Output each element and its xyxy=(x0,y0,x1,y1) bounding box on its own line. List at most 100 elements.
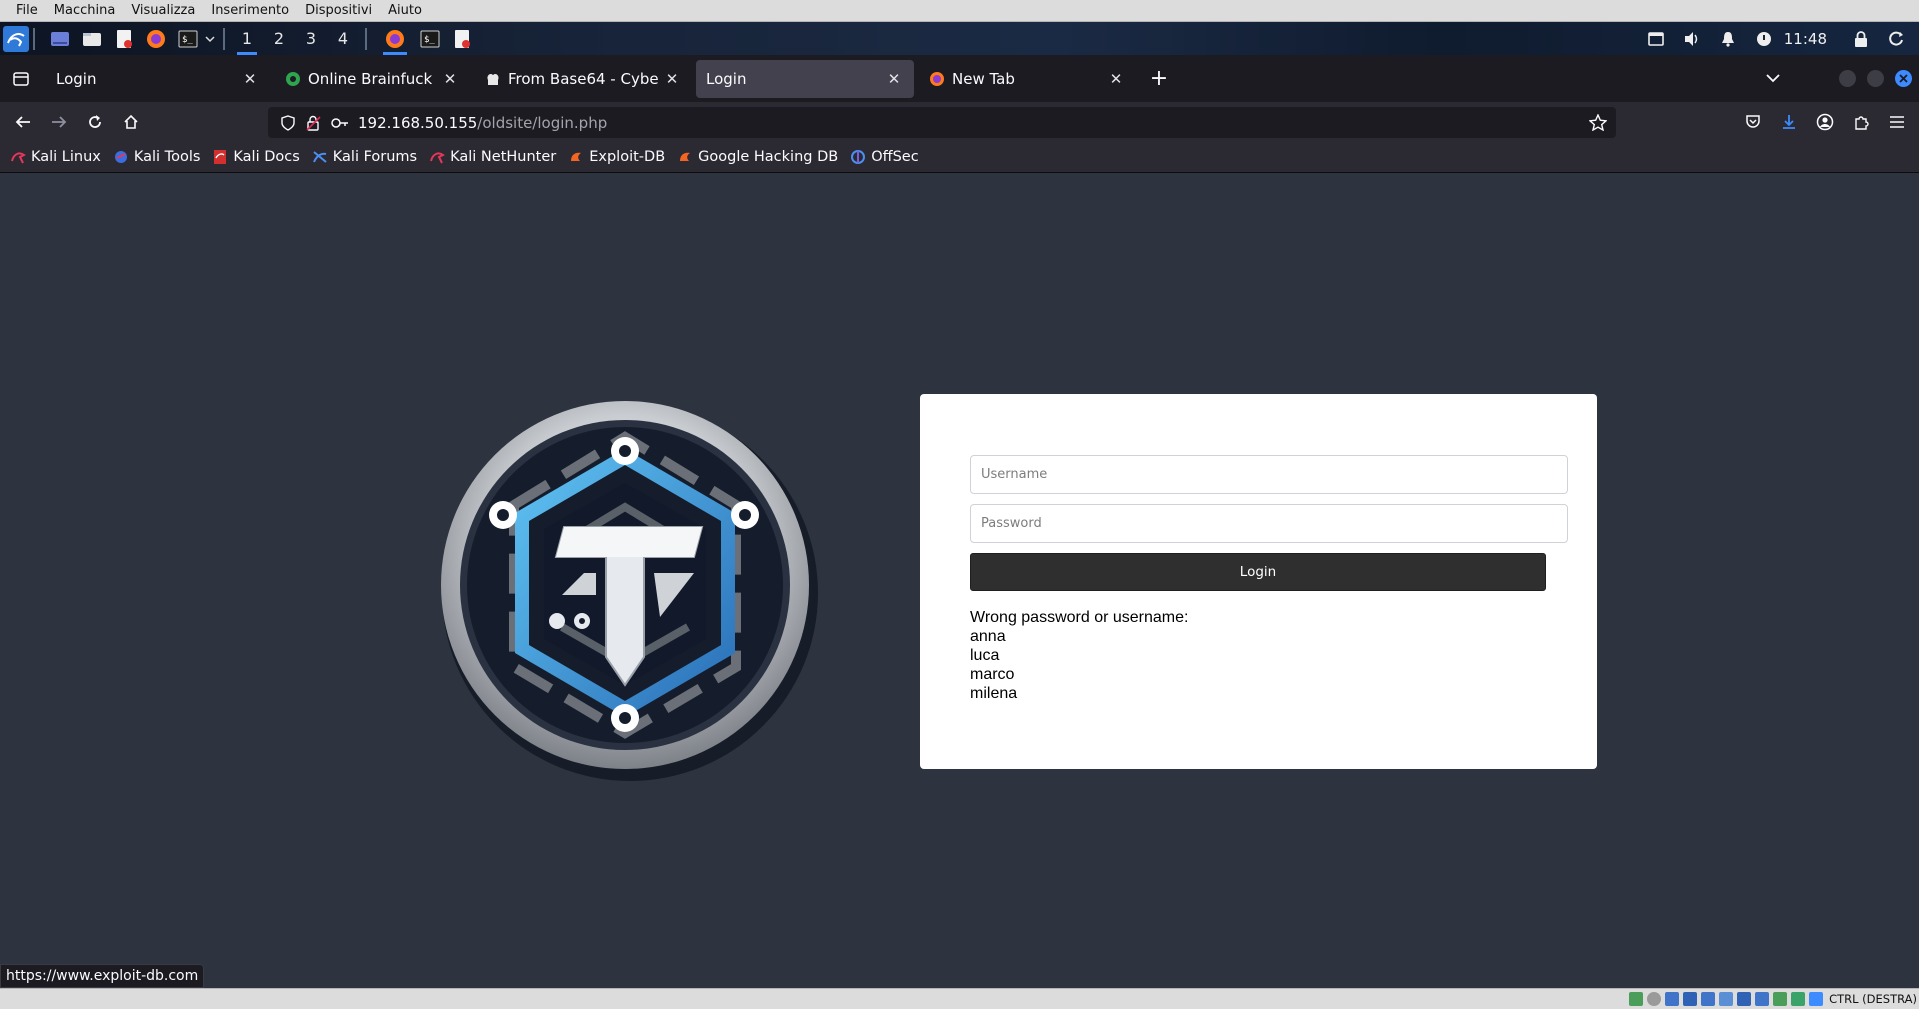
bookmark-label: Kali Linux xyxy=(31,149,101,165)
tab-bar: Login ✕ Online Brainfuck Compile ✕ From … xyxy=(0,55,1919,102)
back-arrow-icon[interactable] xyxy=(5,106,41,138)
tab-login-1[interactable]: Login ✕ xyxy=(46,60,270,98)
bookmark-star-icon[interactable] xyxy=(1586,110,1610,134)
volume-icon[interactable] xyxy=(1676,22,1708,55)
lock-icon[interactable] xyxy=(1845,22,1877,55)
bookmark-label: Google Hacking DB xyxy=(698,149,839,165)
display-icon[interactable] xyxy=(1737,992,1752,1006)
workspace-4[interactable]: 4 xyxy=(327,22,359,55)
terminal-window-icon[interactable]: $_ xyxy=(417,26,443,52)
tab-cyberchef[interactable]: From Base64 - CyberChef ✕ xyxy=(474,60,692,98)
close-icon[interactable]: ✕ xyxy=(884,70,904,88)
svg-text:$_: $_ xyxy=(182,35,193,45)
new-tab-plus-icon[interactable]: + xyxy=(1142,62,1176,96)
close-icon[interactable]: ✕ xyxy=(662,70,682,88)
forward-arrow-icon[interactable] xyxy=(41,106,77,138)
url-path: /oldsite/login.php xyxy=(477,113,608,132)
username-field[interactable] xyxy=(970,455,1568,494)
url-text[interactable]: 192.168.50.155/oldsite/login.php xyxy=(358,114,607,132)
tab-label: New Tab xyxy=(952,69,1015,88)
shield-icon[interactable] xyxy=(276,111,300,135)
url-bar[interactable]: 192.168.50.155/oldsite/login.php xyxy=(268,107,1616,138)
exploit-db-icon xyxy=(568,149,584,165)
maximize-button[interactable] xyxy=(1867,70,1884,87)
password-field[interactable] xyxy=(970,504,1568,543)
onecompiler-icon xyxy=(284,70,302,88)
kali-tools-icon xyxy=(113,149,129,165)
close-icon[interactable]: ✕ xyxy=(1106,70,1126,88)
list-all-tabs-chevron-icon[interactable] xyxy=(1760,65,1786,91)
menu-inserimento[interactable]: Inserimento xyxy=(203,3,297,18)
show-desktop-icon[interactable] xyxy=(47,26,73,52)
menu-aiuto[interactable]: Aiuto xyxy=(380,3,430,18)
tab-brainfuck[interactable]: Online Brainfuck Compile ✕ xyxy=(274,60,470,98)
audio-icon[interactable] xyxy=(1665,992,1680,1006)
workspace-1[interactable]: 1 xyxy=(231,22,263,55)
optical-drive-icon[interactable] xyxy=(1647,992,1662,1006)
notification-bell-icon[interactable] xyxy=(1712,22,1744,55)
menu-macchina[interactable]: Macchina xyxy=(46,3,124,18)
close-icon[interactable]: ✕ xyxy=(240,70,260,88)
extensions-icon[interactable] xyxy=(1845,106,1877,138)
text-editor-icon[interactable] xyxy=(111,26,137,52)
chevron-down-icon[interactable] xyxy=(203,26,217,52)
close-window-button[interactable] xyxy=(1895,70,1912,87)
kali-dragon-icon xyxy=(10,149,26,165)
kali-menu-icon[interactable] xyxy=(3,25,29,52)
hard-disk-icon[interactable] xyxy=(1629,992,1644,1006)
shared-folders-icon[interactable] xyxy=(1719,992,1734,1006)
close-icon[interactable]: ✕ xyxy=(440,70,460,88)
home-icon[interactable] xyxy=(113,106,149,138)
network-icon[interactable] xyxy=(1683,992,1698,1006)
tab-new-tab[interactable]: New Tab ✕ xyxy=(918,60,1136,98)
bookmark-label: OffSec xyxy=(871,149,919,165)
file-manager-icon[interactable] xyxy=(79,26,105,52)
menu-visualizza[interactable]: Visualizza xyxy=(123,3,203,18)
list-item: luca xyxy=(970,647,1000,664)
logout-icon[interactable] xyxy=(1881,22,1913,55)
kali-panel: $_ 1 2 3 4 $_ 11:48 xyxy=(0,22,1919,55)
bookmark-kali-forums[interactable]: Kali Forums xyxy=(312,149,417,165)
menu-dispositivi[interactable]: Dispositivi xyxy=(297,3,380,18)
bookmark-google-hacking-db[interactable]: Google Hacking DB xyxy=(677,149,838,165)
bookmark-label: Kali Docs xyxy=(233,149,300,165)
downloads-icon[interactable] xyxy=(1773,106,1805,138)
firefox-launcher-icon[interactable] xyxy=(143,26,169,52)
cyberchef-icon xyxy=(484,70,502,88)
workspace-2[interactable]: 2 xyxy=(263,22,295,55)
bookmark-kali-docs[interactable]: Kali Docs xyxy=(212,149,300,165)
bookmark-kali-tools[interactable]: Kali Tools xyxy=(113,149,200,165)
insecure-lock-icon[interactable] xyxy=(302,111,326,135)
minimize-button[interactable] xyxy=(1839,70,1856,87)
window-icon[interactable] xyxy=(1640,22,1672,55)
text-editor-window-icon[interactable] xyxy=(449,26,475,52)
menu-file[interactable]: File xyxy=(8,3,46,18)
firefox-window-icon[interactable] xyxy=(379,22,411,55)
cpu-icon[interactable] xyxy=(1791,992,1806,1006)
bookmark-offsec[interactable]: OffSec xyxy=(850,149,919,165)
bookmark-exploit-db[interactable]: Exploit-DB xyxy=(568,149,665,165)
list-item: marco xyxy=(970,666,1015,683)
firefox-view-icon[interactable] xyxy=(6,64,36,94)
recording-icon[interactable] xyxy=(1773,992,1788,1006)
key-icon[interactable] xyxy=(328,111,352,135)
workspace-3[interactable]: 3 xyxy=(295,22,327,55)
video-capture-icon[interactable] xyxy=(1755,992,1770,1006)
login-button[interactable]: Login xyxy=(970,553,1546,591)
power-status-icon[interactable] xyxy=(1748,22,1780,55)
pocket-icon[interactable] xyxy=(1737,106,1769,138)
reload-icon[interactable] xyxy=(77,106,113,138)
user-list: anna luca marco milena xyxy=(970,627,1188,703)
account-icon[interactable] xyxy=(1809,106,1841,138)
mouse-integration-icon[interactable] xyxy=(1809,992,1824,1006)
tab-login-active[interactable]: Login ✕ xyxy=(696,59,914,98)
hamburger-menu-icon[interactable] xyxy=(1881,106,1913,138)
bookmark-kali-nethunter[interactable]: Kali NetHunter xyxy=(429,149,556,165)
usb-icon[interactable] xyxy=(1701,992,1716,1006)
nav-toolbar-right xyxy=(1737,106,1913,138)
host-key-indicator[interactable]: CTRL (DESTRA) xyxy=(1829,992,1917,1006)
clock[interactable]: 11:48 xyxy=(1784,30,1827,48)
kali-docs-icon xyxy=(212,149,228,165)
bookmark-kali-linux[interactable]: Kali Linux xyxy=(10,149,101,165)
terminal-launcher-icon[interactable]: $_ xyxy=(175,26,201,52)
